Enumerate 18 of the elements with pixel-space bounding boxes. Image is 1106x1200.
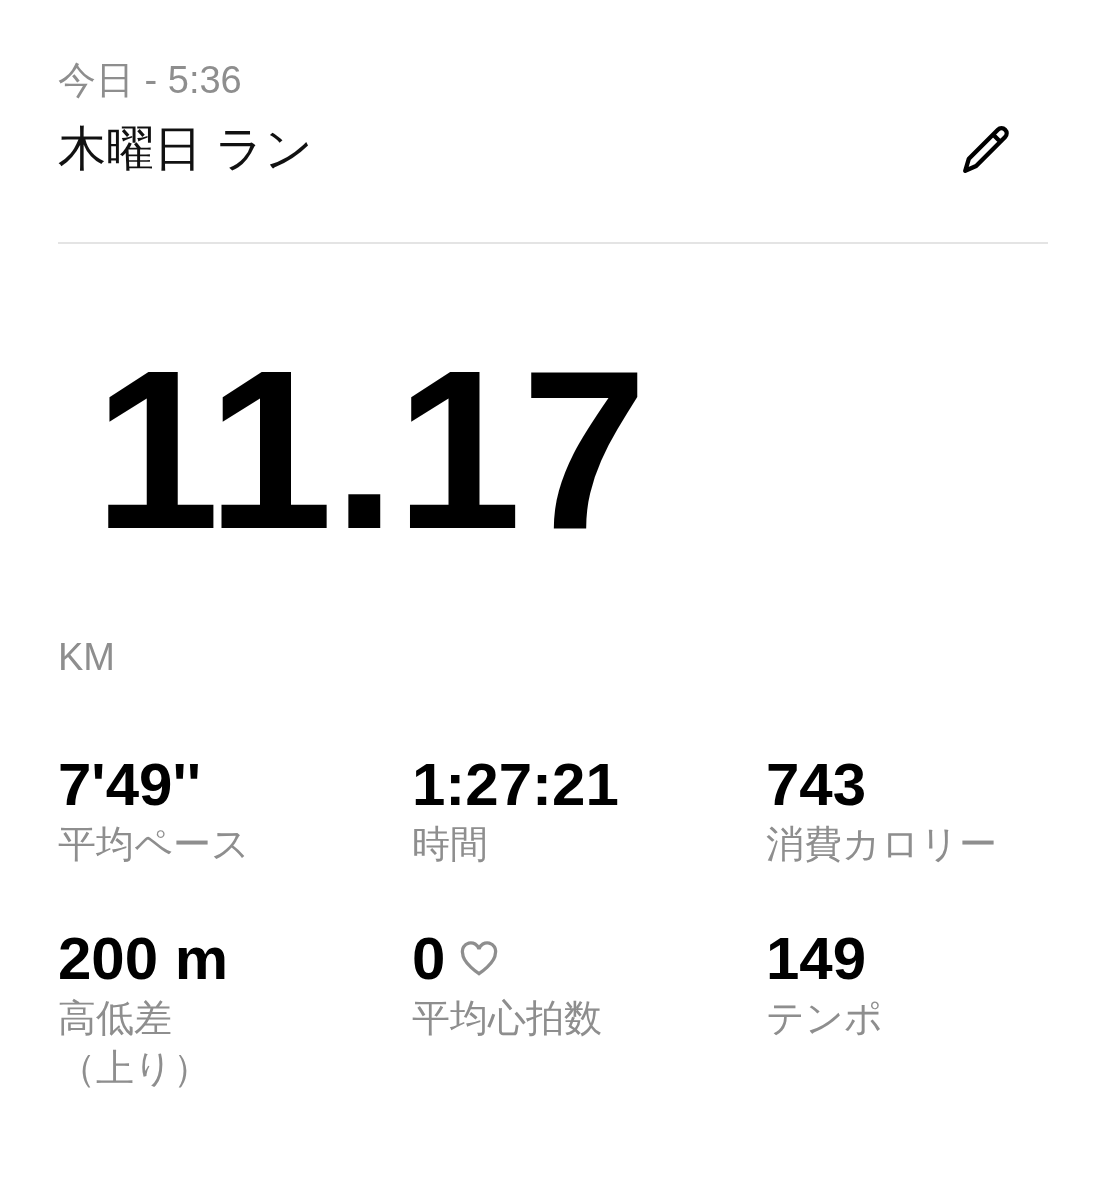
stat-label-note: （上り） (58, 1045, 212, 1091)
activity-date: 今日 - 5:36 (58, 58, 243, 103)
stat-value: 743 (766, 750, 867, 819)
distance-unit: KM (58, 634, 116, 680)
heart-icon (459, 940, 500, 977)
stat-label: 高低差 (58, 995, 173, 1041)
stat-value: 1:27:21 (412, 750, 619, 819)
stat-value: 7'49'' (58, 750, 201, 819)
activity-title: 木曜日 ラン (58, 121, 314, 177)
stat-value: 0 (412, 924, 446, 993)
distance-value: 11.17 (94, 326, 648, 575)
stat-label: 平均ペース (58, 821, 251, 867)
stat-label: 時間 (412, 821, 489, 867)
stat-value: 200 m (58, 924, 229, 993)
stat-value: 149 (766, 924, 867, 993)
stat-label: 平均心拍数 (412, 995, 603, 1041)
stat-label: 消費カロリー (766, 821, 998, 867)
stat-label: テンポ (766, 995, 884, 1041)
